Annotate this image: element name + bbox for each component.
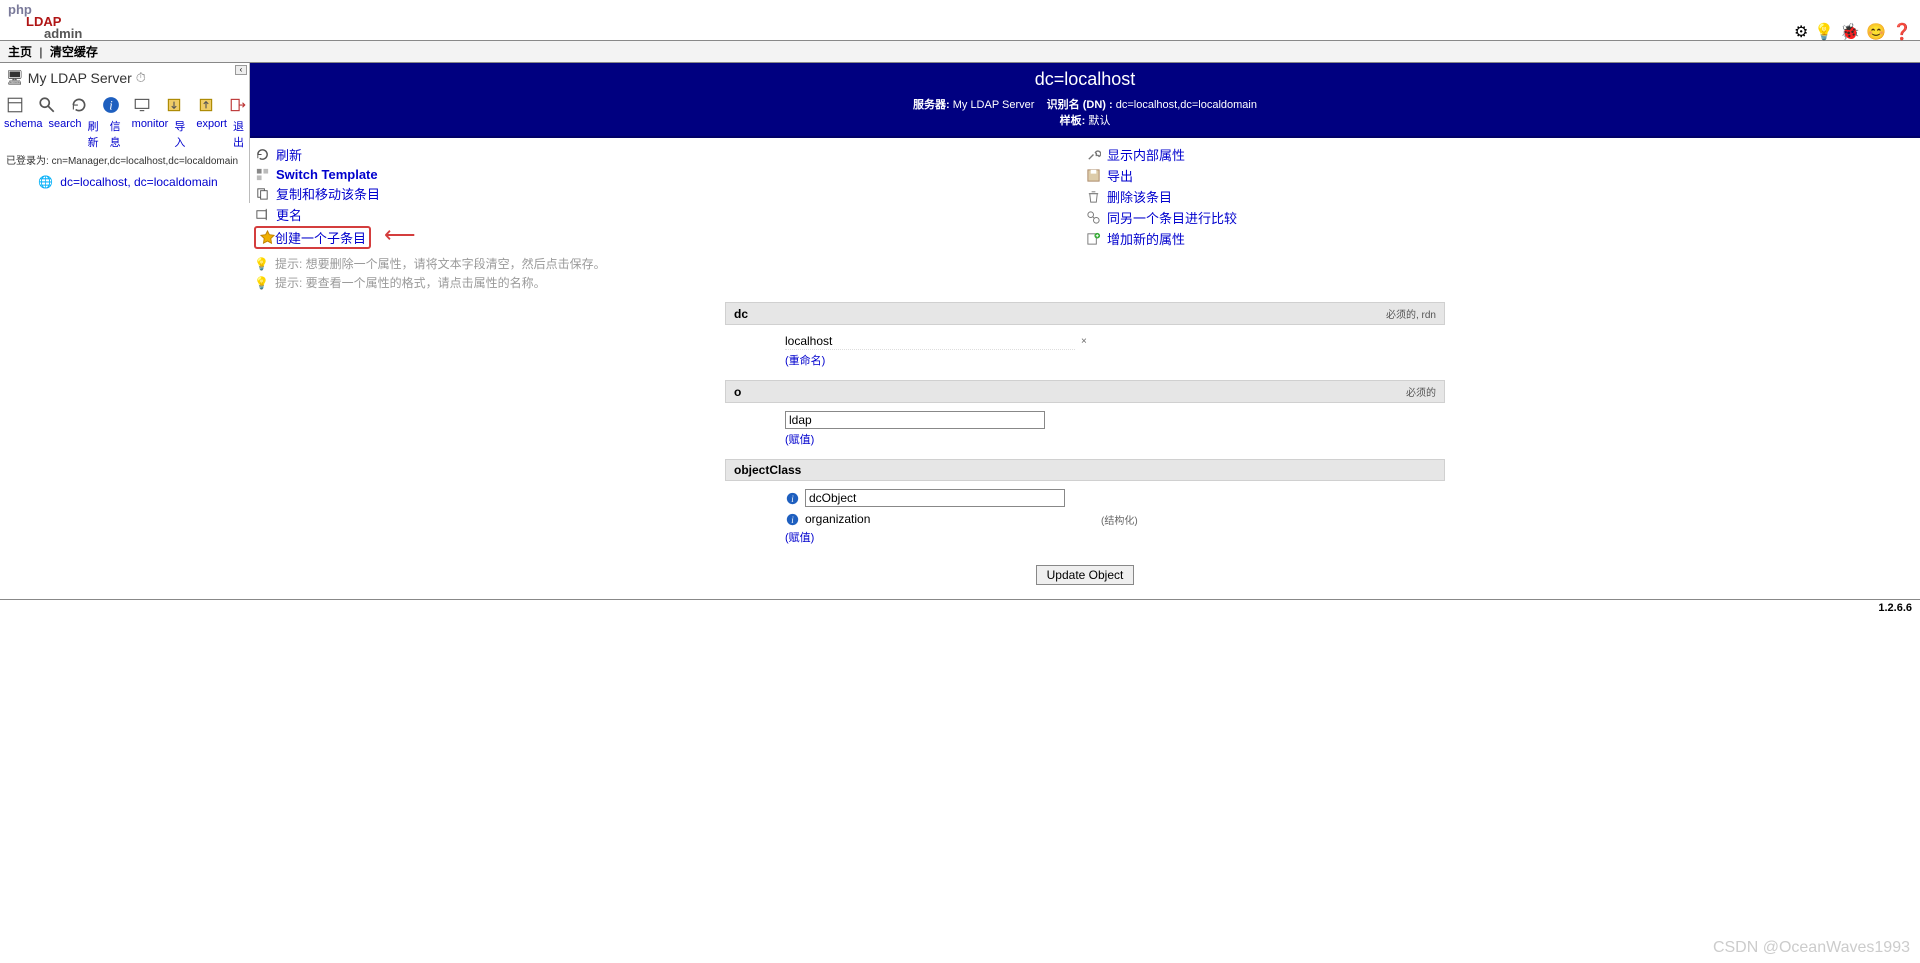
create-child-action-link[interactable]: 创建一个子条目 xyxy=(275,228,366,247)
version-footer: 1.2.6.6 xyxy=(0,599,1920,616)
help-icon[interactable]: ❓ xyxy=(1892,22,1912,42)
attr-header-dc: dc 必须的, rdn xyxy=(725,302,1445,325)
delete-action: 删除该条目 xyxy=(1085,186,1916,207)
info-icon[interactable]: i xyxy=(785,491,799,505)
refresh-action: 刷新 xyxy=(254,144,1085,165)
refresh-icon[interactable] xyxy=(68,94,90,116)
tree-root-entry[interactable]: dc=localhost, dc=localdomain xyxy=(60,175,217,189)
rename-dc-link[interactable]: (重命名) xyxy=(785,355,825,367)
monitor-icon-label[interactable]: monitor xyxy=(132,118,169,150)
copy-move-action: 复制和移动该条目 xyxy=(254,183,1085,204)
home-link[interactable]: 主页 xyxy=(8,45,32,59)
add-value-oc-link[interactable]: (赋值) xyxy=(785,532,814,544)
top-icon-bar: ⚙ 💡 🐞 😊 ❓ xyxy=(1794,22,1912,42)
server-icon: 🖥 xyxy=(6,69,24,86)
bug-icon[interactable]: 🐞 xyxy=(1840,22,1860,42)
info-icon[interactable]: i xyxy=(785,512,799,526)
ldap-tree: 🌐 dc=localhost, dc=localdomain xyxy=(4,173,249,193)
rename-icon xyxy=(254,207,270,223)
rename-action-link[interactable]: 更名 xyxy=(276,205,302,224)
entry-title: dc=localhost xyxy=(250,69,1920,90)
create-child-action: 创建一个子条目 ⟵ xyxy=(254,225,1085,250)
actions-row: 刷新 Switch Template 复制和移动该条目更名创建一个子条目 ⟵ 显示内部… xyxy=(250,138,1920,252)
watermark: CSDN @OceanWaves1993 xyxy=(1713,939,1910,957)
trash-icon xyxy=(1085,189,1101,205)
rename-action: 更名 xyxy=(254,204,1085,225)
schema-icon-label[interactable]: schema xyxy=(4,118,43,150)
compare-action: 同另一个条目进行比较 xyxy=(1085,207,1916,228)
info-icon-label[interactable]: 信息 xyxy=(110,118,126,150)
switch-template-action: Switch Template xyxy=(254,165,1085,183)
sidebar-toolbar-labels: schemasearch刷新信息monitor导入export退出 xyxy=(4,118,249,152)
svg-text:i: i xyxy=(109,99,113,113)
main-panel: dc=localhost 服务器: My LDAP Server 识别名 (DN… xyxy=(250,63,1920,599)
refresh-action-link[interactable]: 刷新 xyxy=(276,145,302,164)
copy-move-action-link[interactable]: 复制和移动该条目 xyxy=(276,184,380,203)
export-action-link[interactable]: 导出 xyxy=(1107,166,1133,185)
delete-action-link[interactable]: 删除该条目 xyxy=(1107,187,1172,206)
add-attr-action: 增加新的属性 xyxy=(1085,228,1916,249)
bulb-icon: 💡 xyxy=(254,276,269,290)
switch-template-action-link[interactable]: Switch Template xyxy=(276,167,378,182)
app-logo: php LDAP admin xyxy=(0,0,1920,40)
import-icon[interactable] xyxy=(163,94,185,116)
attr-header-o: o 必须的 xyxy=(725,380,1445,403)
bulb-icon: 💡 xyxy=(254,257,269,271)
show-internal-action-link[interactable]: 显示内部属性 xyxy=(1107,145,1185,164)
template-icon xyxy=(254,166,270,182)
star-icon xyxy=(259,230,275,246)
entry-header: dc=localhost 服务器: My LDAP Server 识别名 (DN… xyxy=(250,63,1920,138)
export-icon[interactable] xyxy=(195,94,217,116)
refresh-icon-label[interactable]: 刷新 xyxy=(88,118,104,150)
sidebar: ‹ 🖥 My LDAP Server ⏱ i schemasearch刷新信息m… xyxy=(0,63,250,203)
gear-icon[interactable]: ⚙ xyxy=(1794,22,1808,42)
schema-icon[interactable] xyxy=(4,94,26,116)
compare-action-link[interactable]: 同另一个条目进行比较 xyxy=(1107,208,1237,227)
import-icon-label[interactable]: 导入 xyxy=(174,118,190,150)
copy-icon xyxy=(254,186,270,202)
attribute-form: dc 必须的, rdn localhost × (重命名) o 必须的 (赋值) xyxy=(725,302,1445,599)
highlight-arrow: ⟵ xyxy=(384,222,416,248)
add-attr-action-link[interactable]: 增加新的属性 xyxy=(1107,229,1185,248)
clock-icon[interactable]: ⏱ xyxy=(136,70,146,86)
export-action: 导出 xyxy=(1085,165,1916,186)
bulb-icon[interactable]: 💡 xyxy=(1814,22,1834,42)
refresh-icon xyxy=(254,147,270,163)
collapse-sidebar-button[interactable]: ‹ xyxy=(235,65,247,75)
add-icon xyxy=(1085,231,1101,247)
globe-icon: 🌐 xyxy=(38,175,53,189)
show-internal-action: 显示内部属性 xyxy=(1085,144,1916,165)
info-icon[interactable]: i xyxy=(100,94,122,116)
save-icon xyxy=(1085,168,1101,184)
hint-row: 💡提示: 想要删除一个属性，请将文本字段清空，然后点击保存。 xyxy=(254,254,1916,273)
logged-in-as: 已登录为: cn=Manager,dc=localhost,dc=localdo… xyxy=(4,152,249,173)
purge-cache-link[interactable]: 清空缓存 xyxy=(50,45,98,59)
logout-icon[interactable] xyxy=(227,94,249,116)
dc-value: localhost xyxy=(785,333,1075,350)
objectclass-input-1[interactable] xyxy=(805,489,1065,507)
add-value-o-link[interactable]: (赋值) xyxy=(785,434,814,446)
o-input[interactable] xyxy=(785,411,1045,429)
tools-icon xyxy=(1085,147,1101,163)
menubar: 主页 | 清空缓存 xyxy=(0,40,1920,63)
sidebar-toolbar: i xyxy=(4,90,249,118)
smiley-icon[interactable]: 😊 xyxy=(1866,22,1886,42)
hint-row: 💡提示: 要查看一个属性的格式，请点击属性的名称。 xyxy=(254,273,1916,292)
objectclass-value-2: organization xyxy=(805,511,1095,527)
hints-block: 💡提示: 想要删除一个属性，请将文本字段清空，然后点击保存。💡提示: 要查看一个… xyxy=(250,252,1920,302)
compare-icon xyxy=(1085,210,1101,226)
export-icon-label[interactable]: export xyxy=(196,118,227,150)
search-icon-label[interactable]: search xyxy=(49,118,82,150)
logout-icon-label[interactable]: 退出 xyxy=(233,118,249,150)
monitor-icon[interactable] xyxy=(132,94,154,116)
search-icon[interactable] xyxy=(36,94,58,116)
update-object-button[interactable]: Update Object xyxy=(1036,565,1135,585)
server-title: 🖥 My LDAP Server ⏱ xyxy=(4,67,249,90)
attr-header-objectclass: objectClass xyxy=(725,459,1445,481)
